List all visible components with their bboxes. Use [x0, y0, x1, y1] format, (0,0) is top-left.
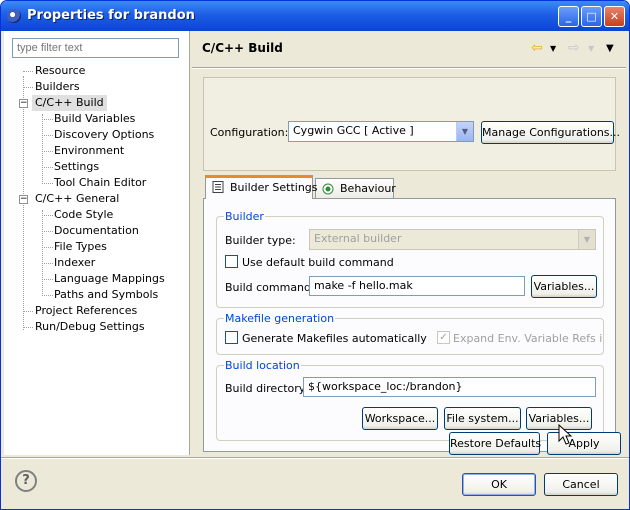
tree-line — [42, 167, 53, 168]
configuration-panel: Configuration: Cygwin GCC [ Active ] ▼ M… — [203, 77, 620, 171]
configuration-label: Configuration: — [210, 126, 289, 139]
tree-item-builders[interactable]: Builders — [35, 79, 80, 95]
group-title: Makefile generation — [224, 312, 336, 325]
chevron-down-icon[interactable]: ▼ — [456, 122, 473, 141]
configuration-value: Cygwin GCC [ Active ] — [293, 124, 414, 137]
tree-item-build-variables[interactable]: Build Variables — [54, 111, 135, 127]
build-command-label: Build command: — [225, 281, 315, 294]
collapse-icon[interactable]: − — [19, 99, 28, 108]
tree-line — [23, 87, 33, 88]
tree-item-documentation[interactable]: Documentation — [54, 223, 139, 239]
file-system-button[interactable]: File system... — [444, 407, 521, 430]
tree-item-cpp-general[interactable]: C/C++ General — [35, 191, 119, 207]
tab-label: Builder Settings — [230, 181, 318, 194]
close-button[interactable]: ✕ — [604, 6, 625, 27]
build-directory-field[interactable]: ${workspace_loc:/brandon} — [303, 377, 596, 397]
group-title: Build location — [224, 359, 301, 372]
tree-line — [42, 231, 53, 232]
tab-content: Builder Builder type: External builder ▼… — [203, 198, 616, 452]
tree-line — [42, 279, 53, 280]
build-location-group: Build location Build directory: ${worksp… — [216, 359, 604, 441]
build-command-field[interactable]: make -f hello.mak — [309, 276, 525, 296]
tree-item-environment[interactable]: Environment — [54, 143, 124, 159]
tree-line — [42, 119, 53, 120]
help-icon[interactable]: ? — [15, 470, 37, 492]
radio-icon — [322, 183, 334, 195]
window-title: Properties for brandon — [27, 8, 195, 23]
tree-item-code-style[interactable]: Code Style — [54, 207, 113, 223]
tree-line — [23, 311, 33, 312]
back-arrow-icon[interactable]: ⇦ — [531, 40, 543, 56]
builder-variables-button[interactable]: Variables... — [531, 275, 597, 298]
build-directory-label: Build directory: — [225, 382, 309, 395]
use-default-build-command-label[interactable]: Use default build command — [242, 256, 394, 269]
builder-type-value: External builder — [314, 232, 402, 245]
collapse-icon[interactable]: − — [19, 195, 28, 204]
tree-line — [42, 151, 53, 152]
tree-item-project-references[interactable]: Project References — [35, 303, 137, 319]
builder-type-combo: External builder ▼ — [309, 229, 596, 250]
tree-pane: − − Resource Builders C/C++ Build Build … — [4, 31, 189, 455]
tree-item-indexer[interactable]: Indexer — [54, 255, 95, 271]
builder-group: Builder Builder type: External builder ▼… — [216, 210, 604, 308]
tree-line — [42, 135, 53, 136]
tree-item-language-mappings[interactable]: Language Mappings — [54, 271, 165, 287]
configuration-combo[interactable]: Cygwin GCC [ Active ] ▼ — [288, 121, 474, 142]
tree-line — [42, 114, 43, 182]
expand-env-refs-checkbox: ✓ — [437, 331, 450, 344]
tree-item-paths-and-symbols[interactable]: Paths and Symbols — [54, 287, 158, 303]
ok-button[interactable]: OK — [462, 473, 536, 496]
makefile-generation-group: Makefile generation Generate Makefiles a… — [216, 312, 604, 355]
tree-item-tool-chain-editor[interactable]: Tool Chain Editor — [54, 175, 146, 191]
tab-behaviour[interactable]: Behaviour — [315, 178, 396, 199]
generate-makefiles-label[interactable]: Generate Makefiles automatically — [242, 332, 427, 345]
tree-line — [42, 247, 53, 248]
mouse-cursor-icon — [558, 424, 573, 445]
builder-type-label: Builder type: — [225, 234, 296, 247]
tree-line — [23, 71, 33, 72]
forward-arrow-icon: ⇨ — [568, 40, 580, 56]
generate-makefiles-checkbox[interactable] — [225, 331, 238, 344]
chevron-down-icon[interactable]: ▼ — [550, 44, 556, 53]
tree-line — [42, 295, 53, 296]
tree-line — [42, 183, 53, 184]
tree-item-cpp-build[interactable]: C/C++ Build — [32, 95, 107, 111]
header-separator — [192, 67, 626, 69]
tree-item-file-types[interactable]: File Types — [54, 239, 107, 255]
dialog-content: − − Resource Builders C/C++ Build Build … — [4, 31, 626, 455]
tab-label: Behaviour — [340, 182, 396, 195]
button-bar-separator — [1, 457, 629, 459]
chevron-down-icon: ▼ — [578, 230, 595, 249]
title-bar[interactable]: Properties for brandon _ □ ✕ — [1, 1, 629, 31]
group-title: Builder — [224, 210, 265, 223]
filter-input[interactable] — [12, 38, 179, 58]
tree-line — [23, 327, 33, 328]
maximize-button[interactable]: □ — [581, 6, 602, 27]
tree-item-settings[interactable]: Settings — [54, 159, 99, 175]
tree-item-discovery-options[interactable]: Discovery Options — [54, 127, 154, 143]
property-page: C/C++ Build ⇦ ▼ ⇨ ▼ ▼ Configuration: Cyg… — [192, 31, 626, 455]
expand-env-refs-label: Expand Env. Variable Refs in Ma — [453, 332, 603, 345]
use-default-build-command-checkbox[interactable] — [225, 255, 238, 268]
chevron-down-icon: ▼ — [588, 44, 595, 53]
view-menu-icon[interactable]: ▼ — [606, 43, 614, 54]
tree-item-resource[interactable]: Resource — [35, 63, 85, 79]
cancel-button[interactable]: Cancel — [544, 473, 618, 496]
tree-line — [42, 263, 53, 264]
tree-item-run-debug-settings[interactable]: Run/Debug Settings — [35, 319, 145, 335]
eclipse-icon — [7, 9, 21, 23]
tree-line — [42, 210, 43, 294]
minimize-button[interactable]: _ — [558, 6, 579, 27]
page-title: C/C++ Build — [202, 41, 283, 55]
tab-builder-settings[interactable]: Builder Settings — [205, 175, 318, 199]
properties-window: Properties for brandon _ □ ✕ type filter… — [0, 0, 630, 510]
document-icon — [212, 181, 224, 193]
workspace-button[interactable]: Workspace... — [362, 407, 438, 430]
tree-line — [42, 215, 53, 216]
restore-defaults-button[interactable]: Restore Defaults — [449, 432, 541, 455]
manage-configurations-button[interactable]: Manage Configurations... — [481, 121, 620, 144]
